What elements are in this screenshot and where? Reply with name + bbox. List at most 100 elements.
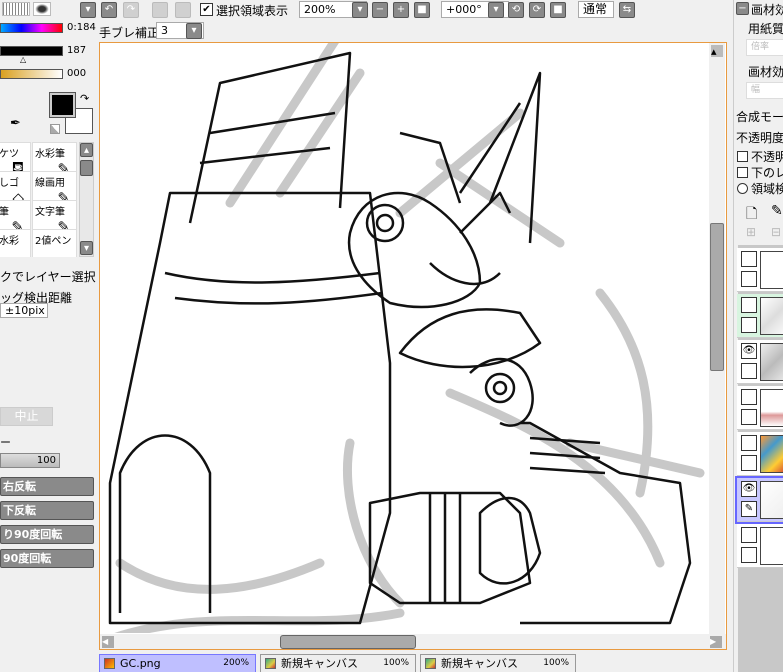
layer-thumbnail <box>760 343 783 381</box>
show-selection-checkbox[interactable]: ✔ <box>200 3 213 16</box>
tab-name: 新規キャンバス <box>441 657 518 670</box>
tab-zoom: 100% <box>383 658 409 668</box>
new-pen-layer-icon[interactable]: ✎ <box>771 203 783 219</box>
slider-thumb-icon[interactable]: △ <box>20 55 26 64</box>
horizontal-scrollbar[interactable]: ◀ ▶ <box>100 634 726 649</box>
deselect-button[interactable] <box>152 2 168 18</box>
scroll-right-button[interactable]: ▶ <box>710 636 722 648</box>
left-panel: 0:184 △ 187 000 ↷ ✒ バケツ⛾ 水彩筆✎ 消しゴム◇ 線画用✎… <box>0 0 96 672</box>
eye-icon[interactable]: 👁 <box>741 481 757 497</box>
scroll-down-button[interactable]: ▾ <box>80 241 93 255</box>
texture-effect-label: 画材効 <box>748 65 783 79</box>
layer-lock-toggle[interactable] <box>741 455 757 471</box>
layer-lock-toggle[interactable] <box>741 271 757 287</box>
tool-label: 水彩筆 <box>35 149 65 160</box>
flip-horizontal-button[interactable]: 右反転 <box>0 477 94 496</box>
stabilizer-dropdown-button[interactable]: ▾ <box>186 23 202 39</box>
layer-lock-toggle[interactable] <box>741 547 757 563</box>
transparent-color-icon[interactable] <box>50 124 60 134</box>
horizontal-scroll-thumb[interactable] <box>280 635 416 649</box>
width-field[interactable]: 幅 <box>746 82 783 99</box>
layer-lock-toggle[interactable] <box>741 317 757 333</box>
rotation-dropdown-button[interactable]: ▾ <box>488 2 504 18</box>
eyedropper-icon[interactable]: ✒ <box>10 116 21 131</box>
tool-label: 鉛筆 <box>0 207 9 218</box>
tab-zoom: 100% <box>543 658 569 668</box>
tab-new-canvas-2[interactable]: 新規キャンバス 100% <box>420 654 576 672</box>
visibility-toggle[interactable] <box>741 527 757 543</box>
zoom-reset-button[interactable]: ■ <box>414 2 430 18</box>
clip-layer-checkbox[interactable] <box>737 167 748 178</box>
tool-old-watercolor[interactable]: 旧水彩 <box>0 229 31 257</box>
texture-header: 画材効 <box>751 3 783 17</box>
zoom-in-button[interactable]: + <box>393 2 409 18</box>
layer-item[interactable] <box>737 386 783 430</box>
visibility-toggle[interactable] <box>741 297 757 313</box>
rotate-cw-button[interactable]: ⟳ <box>529 2 545 18</box>
primary-color-swatch[interactable] <box>49 92 76 118</box>
scroll-up-button[interactable]: ▴ <box>711 45 723 58</box>
saturation-slider[interactable] <box>0 46 63 56</box>
scroll-thumb[interactable] <box>80 160 93 176</box>
visibility-toggle[interactable] <box>741 389 757 405</box>
pen-icon[interactable]: ✎ <box>741 501 757 517</box>
layer-item[interactable] <box>737 432 783 476</box>
clip-layer-label: 下のレ <box>751 166 783 180</box>
collapse-texture-button[interactable]: − <box>736 2 749 15</box>
flip-vertical-button[interactable]: 下反転 <box>0 501 94 520</box>
paper-texture-label: 用紙質 <box>748 22 783 36</box>
rotate-ccw-90-button[interactable]: 90度回転 <box>0 549 94 568</box>
layer-lock-toggle[interactable] <box>741 409 757 425</box>
rotate-cw-90-button[interactable]: り90度回転 <box>0 525 94 544</box>
vertical-scroll-thumb[interactable] <box>710 223 724 371</box>
layer-thumbnail <box>760 251 783 289</box>
zoom-dropdown-button[interactable]: ▾ <box>352 2 368 18</box>
top-toolbar: ▾ ↶ ↷ ✔ 選択領域表示 200% ▾ − + ■ +000° ▾ ⟲ ⟳ … <box>0 0 733 42</box>
tab-zoom: 200% <box>223 658 249 668</box>
selection-source-radio[interactable] <box>737 183 748 194</box>
layer-item[interactable]: 👁 <box>737 340 783 384</box>
tab-new-canvas-1[interactable]: 新規キャンバス 100% <box>260 654 416 672</box>
cancel-button[interactable]: 中止 <box>0 407 53 426</box>
tool-scrollbar[interactable]: ▴ ▾ <box>79 142 94 257</box>
layer-item[interactable] <box>737 524 783 568</box>
layer-lock-toggle[interactable] <box>741 363 757 379</box>
layer-thumbnail <box>760 389 783 427</box>
value-slider[interactable] <box>0 69 63 79</box>
opacity-slider[interactable]: 100 <box>0 453 60 468</box>
canvas-area[interactable]: ▴ ◀ ▶ <box>99 42 727 650</box>
flip-view-button[interactable]: ⇆ <box>619 2 635 18</box>
scale-field[interactable]: 倍率 <box>746 39 783 56</box>
merge-layer-icon[interactable]: ⊟ <box>771 225 781 239</box>
eye-icon[interactable]: 👁 <box>741 343 757 359</box>
layer-item[interactable] <box>737 294 783 338</box>
tool-label: 線画用 <box>35 178 65 189</box>
visibility-toggle[interactable] <box>741 435 757 451</box>
tab-name: 新規キャンバス <box>281 657 358 670</box>
undo-button[interactable]: ↶ <box>101 2 117 18</box>
new-folder-icon[interactable]: ⊞ <box>746 225 756 239</box>
hue-value: 0:184 <box>67 22 96 33</box>
vertical-scrollbar[interactable]: ▴ <box>709 43 725 635</box>
stabilizer-label: 手ブレ補正 <box>99 26 160 40</box>
drag-detect-field[interactable]: ±10pix <box>0 303 48 318</box>
drawing-canvas[interactable] <box>100 43 708 633</box>
visibility-toggle[interactable] <box>741 251 757 267</box>
tab-gc-png[interactable]: GC.png 200% <box>99 654 256 672</box>
zoom-out-button[interactable]: − <box>372 2 388 18</box>
scroll-left-button[interactable]: ◀ <box>102 636 114 648</box>
new-layer-icon[interactable]: 🗋 <box>746 203 757 227</box>
swap-colors-icon[interactable]: ↷ <box>80 92 89 105</box>
hue-slider[interactable] <box>0 23 63 33</box>
blend-mode-button[interactable]: 通常 <box>578 1 614 18</box>
redo-button[interactable]: ↷ <box>123 2 139 18</box>
layer-item[interactable]: 👁 ✎ <box>735 476 783 524</box>
invert-selection-button[interactable] <box>175 2 191 18</box>
layer-select-option[interactable]: クでレイヤー選択 <box>0 268 96 285</box>
scroll-up-button[interactable]: ▴ <box>80 143 93 157</box>
rotate-ccw-button[interactable]: ⟲ <box>508 2 524 18</box>
tool-binary-pen[interactable]: 2値ペン <box>32 229 77 257</box>
rotation-reset-button[interactable]: ■ <box>550 2 566 18</box>
preserve-opacity-checkbox[interactable] <box>737 151 748 162</box>
layer-item[interactable] <box>737 248 783 292</box>
